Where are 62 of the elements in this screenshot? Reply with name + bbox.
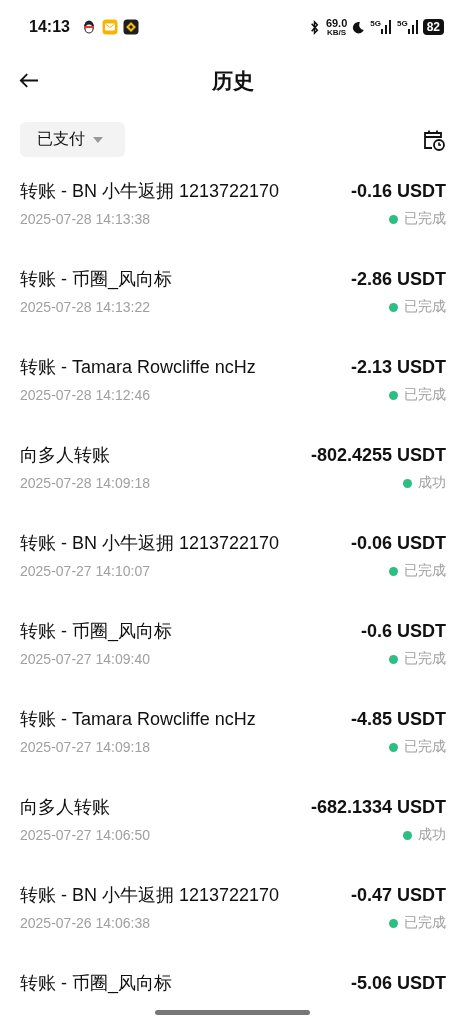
status-dot <box>403 830 412 840</box>
status-dot <box>389 654 398 664</box>
transaction-title: 向多人转账 <box>20 796 110 819</box>
transaction-date: 2025-07-28 14:13:22 <box>20 299 150 315</box>
transaction-amount: -802.4255 USDT <box>310 444 446 466</box>
transaction-amount: -0.16 USDT <box>350 180 446 202</box>
diamond-logo-icon <box>122 19 139 35</box>
status-dot <box>389 302 398 312</box>
transaction-title: 转账 - Tamara Rowcliffe ncHz <box>20 356 256 379</box>
status-label: 已完成 <box>404 914 446 932</box>
status-label: 已完成 <box>404 738 446 756</box>
status-label: 已完成 <box>404 386 446 404</box>
transaction-date: 2025-07-26 14:06:38 <box>20 915 150 931</box>
caret-icon <box>93 136 103 143</box>
transaction-title: 转账 - BN 小牛返拥 1213722170 <box>20 532 280 555</box>
transaction-title: 转账 - 币圈_风向标 <box>20 268 172 291</box>
transaction-amount: -682.1334 USDT <box>310 796 446 818</box>
status-label: 已完成 <box>404 650 446 668</box>
transaction-amount: -5.06 USDT <box>350 972 446 994</box>
status-label: 已完成 <box>404 210 446 228</box>
transaction-title: 转账 - 币圈_风向标 <box>20 620 172 643</box>
signal-icon <box>407 20 418 34</box>
status-dot <box>389 214 398 224</box>
status-label: 成功 <box>418 474 446 492</box>
status-dot <box>389 742 398 752</box>
transaction-amount: -0.06 USDT <box>350 532 446 554</box>
status-dot <box>403 478 412 488</box>
page-title: 历史 <box>212 68 254 95</box>
transaction-amount: -0.47 USDT <box>350 884 446 906</box>
transaction-date: 2025-07-27 14:09:18 <box>20 739 150 755</box>
filter-dropdown[interactable]: 已支付 <box>20 122 125 157</box>
transaction-amount: -2.86 USDT <box>350 268 446 290</box>
status-dot <box>389 390 398 400</box>
transaction-date: 2025-07-27 14:10:07 <box>20 563 150 579</box>
transaction-title: 转账 - BN 小牛返拥 1213722170 <box>20 884 280 907</box>
speed-unit: KB/S <box>327 28 347 37</box>
transaction-date: 2025-07-28 14:09:18 <box>20 475 150 491</box>
signal-icon <box>380 20 391 34</box>
transaction-date: 2025-07-27 14:09:40 <box>20 651 150 667</box>
transaction-date: 2025-07-28 14:12:46 <box>20 387 150 403</box>
moon-icon <box>352 19 366 35</box>
back-arrow-icon[interactable] <box>19 72 39 89</box>
transaction-amount: -4.85 USDT <box>350 708 446 730</box>
status-dot <box>389 566 398 576</box>
transaction-title: 转账 - 币圈_风向标 <box>20 972 172 995</box>
transaction-date: 2025-07-27 14:06:50 <box>20 827 150 843</box>
network-speed: 69.0 <box>325 17 348 29</box>
mail-icon <box>101 19 118 35</box>
transaction-title: 向多人转账 <box>20 444 110 467</box>
status-time: 14:13 <box>29 18 70 36</box>
status-label: 已完成 <box>404 298 446 316</box>
status-dot <box>389 918 398 928</box>
network-type: 5G <box>396 20 408 28</box>
network-type: 5G <box>370 20 381 28</box>
battery-indicator: 82 <box>422 19 444 35</box>
transaction-amount: -0.6 USDT <box>360 620 446 642</box>
transaction-amount: -2.13 USDT <box>350 356 446 378</box>
transaction-date: 2025-07-28 14:13:38 <box>20 211 150 227</box>
transaction-title: 转账 - BN 小牛返拥 1213722170 <box>20 180 280 203</box>
status-label: 成功 <box>418 826 446 844</box>
status-label: 已完成 <box>404 562 446 580</box>
transaction-title: 转账 - Tamara Rowcliffe ncHz <box>20 708 256 731</box>
